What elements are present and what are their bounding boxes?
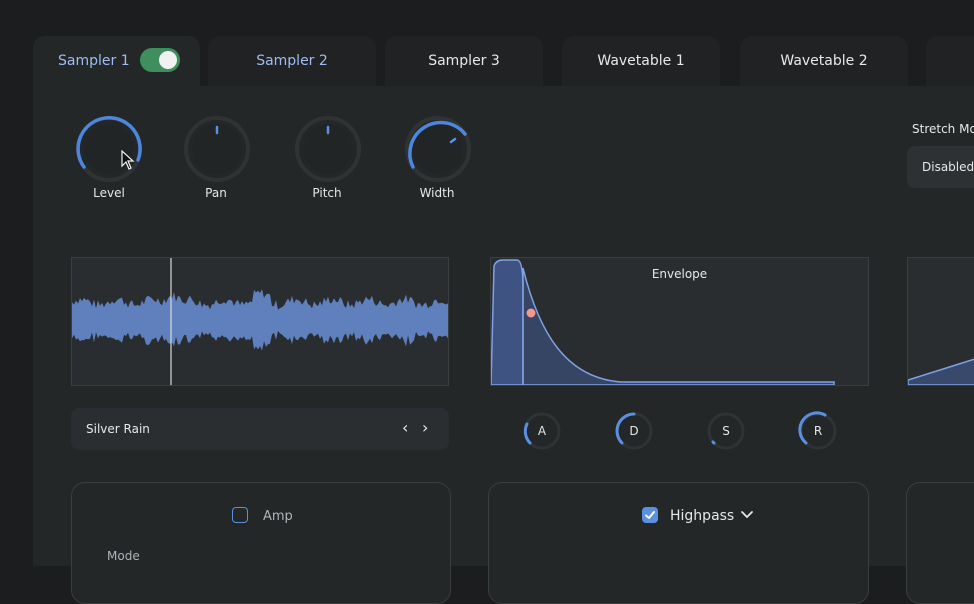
level-label: Level <box>93 186 125 200</box>
width-label: Width <box>419 186 455 200</box>
lfo-display[interactable] <box>907 257 974 386</box>
stretch-mode-label: Stretch Mo <box>912 122 974 136</box>
tab-label: Sampler 1 <box>58 53 130 69</box>
next-sample-button[interactable]: › <box>422 418 428 437</box>
waveform-display[interactable] <box>71 257 449 386</box>
sample-selector[interactable]: Silver Rain ‹ › <box>71 408 449 450</box>
envelope-point[interactable] <box>526 308 536 318</box>
tab-label: Wavetable 1 <box>597 53 685 69</box>
filter-type-label[interactable]: Highpass <box>670 508 734 524</box>
tab-sampler-3[interactable]: Sampler 3 <box>385 36 543 86</box>
stretch-mode-select[interactable]: Disabled <box>907 146 974 188</box>
release-knob[interactable]: R <box>798 411 838 451</box>
prev-sample-button[interactable]: ‹ <box>402 418 408 437</box>
pitch-knob[interactable] <box>293 114 363 184</box>
attack-label: A <box>537 424 547 438</box>
tab-wavetable-2[interactable]: Wavetable 2 <box>740 36 908 86</box>
tab-wavetable-1[interactable]: Wavetable 1 <box>562 36 720 86</box>
sampler-enable-toggle[interactable] <box>140 48 180 72</box>
tab-overflow[interactable] <box>926 36 974 86</box>
waveform-shape <box>72 289 448 351</box>
pitch-knob-graphic <box>295 116 361 182</box>
envelope-title: Envelope <box>651 267 708 281</box>
sustain-knob[interactable]: S <box>706 411 746 451</box>
third-card <box>906 482 974 604</box>
pan-label: Pan <box>205 186 227 200</box>
waveform-graphic <box>72 258 448 385</box>
sustain-label: S <box>722 424 730 438</box>
chevron-down-icon[interactable] <box>740 509 754 521</box>
level-knob[interactable] <box>74 114 144 184</box>
tab-bar: Sampler 1 Sampler 2 Sampler 3 Wavetable … <box>0 0 974 86</box>
width-knob-graphic <box>405 116 471 182</box>
sample-name: Silver Rain <box>86 422 150 436</box>
width-knob[interactable] <box>403 114 473 184</box>
lfo-graphic <box>907 358 974 386</box>
amp-card: Amp Mode <box>71 482 451 604</box>
stretch-mode-value: Disabled <box>922 160 974 174</box>
amp-label: Amp <box>263 509 293 524</box>
check-icon <box>645 511 655 519</box>
pan-knob-graphic <box>184 116 250 182</box>
toggle-thumb <box>159 51 177 69</box>
tab-label: Wavetable 2 <box>780 53 868 69</box>
pitch-label: Pitch <box>312 186 342 200</box>
mouse-cursor-icon <box>121 150 135 170</box>
filter-card: Highpass <box>488 482 869 604</box>
tab-label: Sampler 3 <box>428 53 500 69</box>
pan-knob[interactable] <box>182 114 252 184</box>
release-label: R <box>813 424 823 438</box>
decay-knob[interactable]: D <box>614 411 654 451</box>
decay-curve <box>522 267 835 386</box>
mode-label: Mode <box>107 549 140 563</box>
attack-knob[interactable]: A <box>522 411 562 451</box>
tab-label: Sampler 2 <box>256 53 328 69</box>
decay-label: D <box>629 424 639 438</box>
envelope-display[interactable]: Envelope <box>490 257 869 386</box>
amp-checkbox[interactable] <box>232 507 248 523</box>
level-knob-graphic <box>76 116 142 182</box>
tab-sampler-2[interactable]: Sampler 2 <box>208 36 376 86</box>
highpass-checkbox[interactable] <box>642 507 658 523</box>
